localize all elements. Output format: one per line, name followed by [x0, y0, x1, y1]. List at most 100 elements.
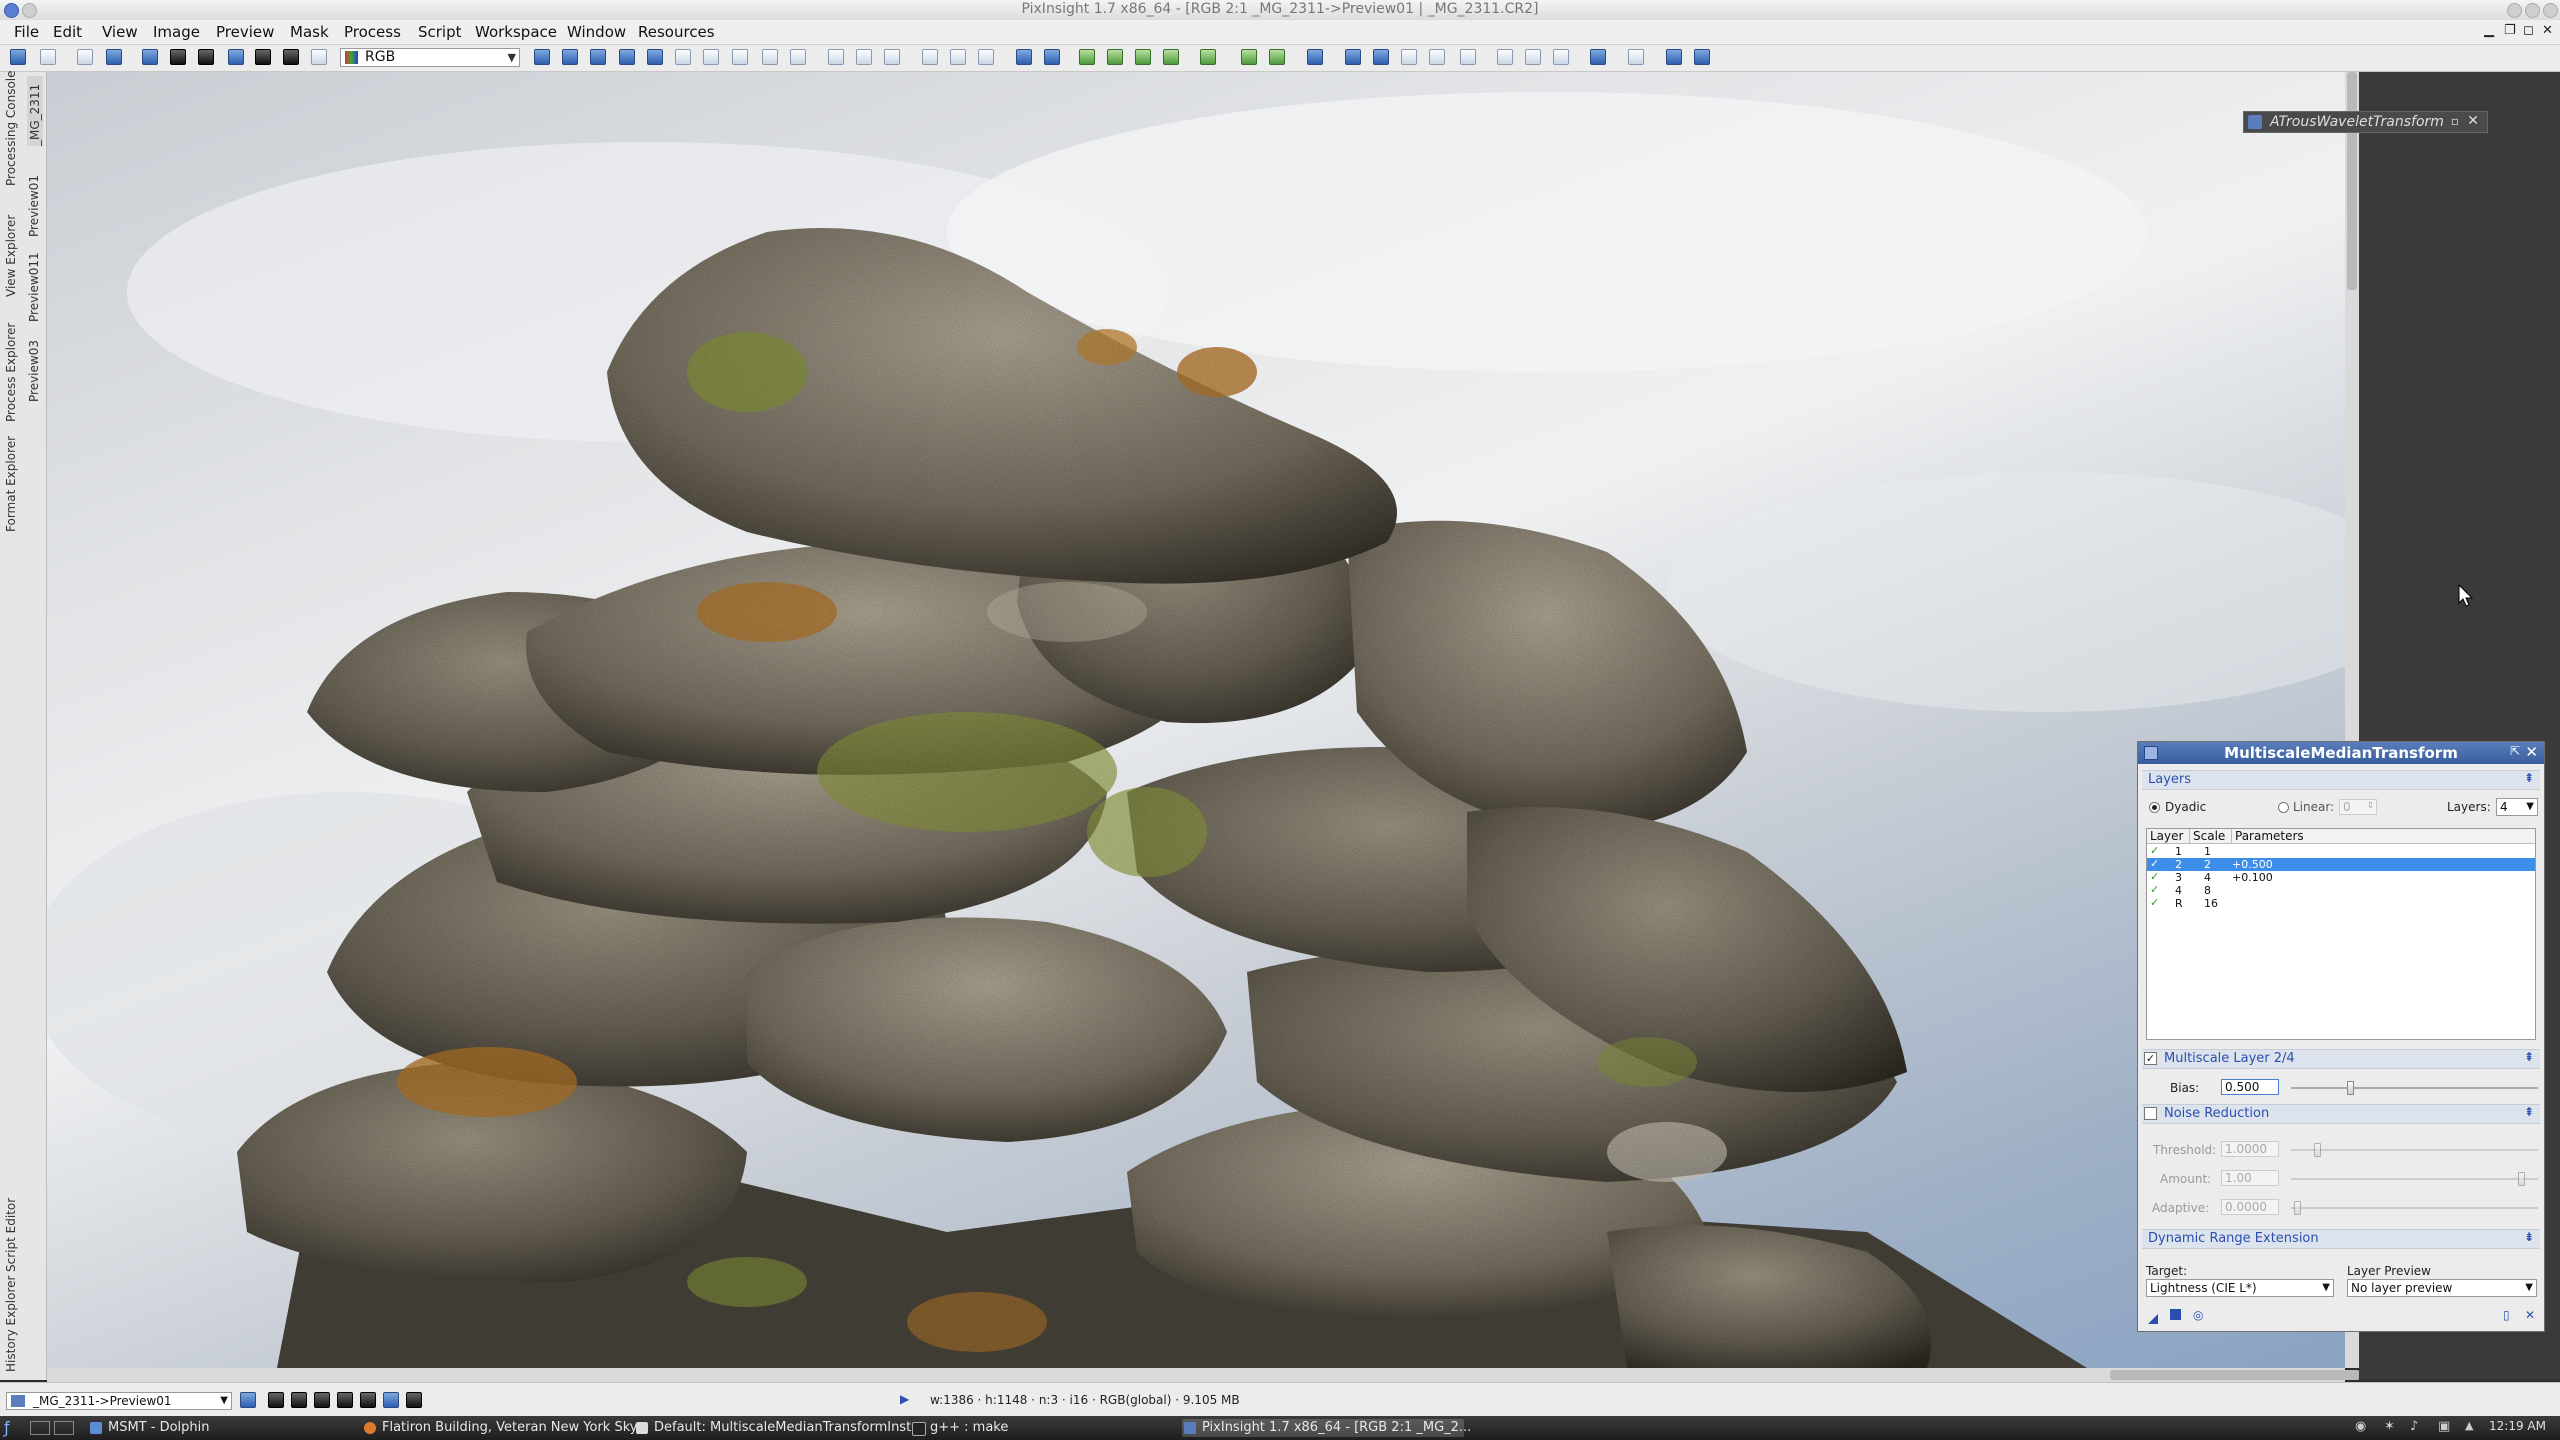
desktop-pager-2-icon[interactable]	[54, 1421, 74, 1435]
console-icon[interactable]	[1694, 49, 1710, 65]
fit-view-icon[interactable]	[647, 49, 663, 65]
check-icon[interactable]: ✓	[2150, 870, 2159, 883]
preview-3-icon[interactable]	[978, 49, 994, 65]
collapse-icon[interactable]: ⇞	[2524, 1050, 2534, 1064]
task-firefox[interactable]: Flatiron Building, Veteran New York Sky.…	[362, 1419, 648, 1437]
table-row[interactable]: ✓ 4 8	[2147, 883, 2535, 897]
zoom-tool-2-icon[interactable]	[856, 49, 872, 65]
noise-reduction-section[interactable]: Noise Reduction ⇞	[2142, 1104, 2540, 1124]
invert-mask-icon[interactable]	[228, 49, 244, 65]
check-icon[interactable]: ✓	[2150, 896, 2159, 909]
channel-icon[interactable]	[255, 49, 271, 65]
geometry-2-icon[interactable]	[1269, 49, 1285, 65]
menu-image[interactable]: Image	[153, 23, 200, 41]
horizontal-scrollbar[interactable]	[47, 1368, 2360, 1382]
close-icon[interactable]: ✕	[2525, 743, 2538, 761]
maximize-icon[interactable]	[2525, 3, 2540, 18]
amount-slider-handle[interactable]	[2518, 1172, 2525, 1186]
table-row[interactable]: ✓ 1 1	[2147, 844, 2535, 858]
documentation-icon[interactable]: ▯	[2503, 1308, 2510, 1322]
amount-field[interactable]: 1.00	[2221, 1170, 2279, 1186]
menu-window[interactable]: Window	[567, 23, 626, 41]
rotate-icon[interactable]	[1307, 49, 1323, 65]
desktop-pager-icon[interactable]	[30, 1421, 50, 1435]
layers-section[interactable]: Layers ⇞	[2142, 770, 2540, 790]
display-channel-7-icon[interactable]	[406, 1392, 422, 1408]
adaptive-slider[interactable]	[2291, 1207, 2538, 1209]
close-icon[interactable]: ✕	[2467, 113, 2479, 129]
new-image-icon[interactable]	[77, 49, 93, 65]
volume-icon[interactable]: ♪	[2410, 1419, 2418, 1434]
mask-icon[interactable]	[170, 49, 186, 65]
layer-preview-select[interactable]: No layer preview ▼	[2347, 1279, 2537, 1297]
real-time-preview-icon[interactable]: ◎	[2193, 1308, 2203, 1322]
menu-process[interactable]: Process	[344, 23, 401, 41]
display-channel-1-icon[interactable]	[268, 1392, 284, 1408]
preview-2-icon[interactable]	[950, 49, 966, 65]
kde-menu-icon[interactable]: ƒ	[4, 1418, 10, 1437]
menu-view[interactable]: View	[102, 23, 138, 41]
adaptive-slider-handle[interactable]	[2294, 1201, 2301, 1215]
view-select[interactable]: _MG_2311->Preview01 ▼	[6, 1392, 232, 1410]
table-row[interactable]: ✓ R 16	[2147, 896, 2535, 910]
tab-history-explorer[interactable]: History Explorer	[4, 1276, 18, 1372]
new-preview-icon[interactable]	[922, 49, 938, 65]
image-tab-mg2311[interactable]: _MG_2311	[27, 76, 43, 146]
column-header-layer[interactable]: Layer	[2147, 829, 2190, 844]
apply-3-icon[interactable]	[1135, 49, 1151, 65]
apply-global-icon[interactable]	[2170, 1309, 2181, 1320]
redo-icon[interactable]	[40, 49, 56, 65]
display-channel-2-icon[interactable]	[291, 1392, 307, 1408]
task-terminal[interactable]: g++ : make	[910, 1419, 1008, 1437]
crop-icon[interactable]	[1345, 49, 1361, 65]
image-tab-preview011[interactable]: Preview011	[27, 247, 41, 322]
amount-slider[interactable]	[2291, 1178, 2538, 1180]
channel-select[interactable]: RGB ▼	[340, 48, 520, 67]
tab-format-explorer[interactable]: Format Explorer	[4, 432, 18, 532]
display-channel-4-icon[interactable]	[337, 1392, 353, 1408]
image-icon[interactable]	[1460, 49, 1476, 65]
dyadic-radio[interactable]	[2149, 802, 2160, 813]
align-3-icon[interactable]	[1553, 49, 1569, 65]
show-mask-icon[interactable]	[198, 49, 214, 65]
menu-script[interactable]: Script	[418, 23, 462, 41]
scroll-thumb[interactable]	[2110, 1370, 2360, 1380]
pan-icon[interactable]	[534, 49, 550, 65]
dynamic-range-section[interactable]: Dynamic Range Extension ⇟	[2142, 1229, 2540, 1249]
threshold-slider-handle[interactable]	[2314, 1143, 2321, 1157]
layers-count-select[interactable]: 4 ▼	[2496, 798, 2538, 816]
clock[interactable]: 12:19 AM	[2489, 1419, 2546, 1433]
threshold-slider[interactable]	[2291, 1149, 2538, 1151]
column-header-scale[interactable]: Scale	[2190, 829, 2232, 844]
atrous-wavelet-window[interactable]: ATrousWaveletTransform ▫ ✕	[2243, 111, 2488, 133]
align-2-icon[interactable]	[1525, 49, 1541, 65]
mdi-restore-icon[interactable]: ❐	[2504, 23, 2516, 38]
zoom-in-icon[interactable]	[762, 49, 778, 65]
resample-icon[interactable]	[1373, 49, 1389, 65]
column-header-parameters[interactable]: Parameters	[2232, 829, 2535, 844]
align-icon[interactable]	[1497, 49, 1513, 65]
image-tab-preview01[interactable]: Preview01	[27, 167, 41, 237]
minimize-icon[interactable]	[2507, 3, 2522, 18]
check-icon[interactable]: ✓	[2150, 883, 2159, 896]
tab-view-explorer[interactable]: View Explorer	[4, 202, 18, 297]
bias-field[interactable]: 0.500	[2221, 1079, 2279, 1095]
display-channel-5-icon[interactable]	[360, 1392, 376, 1408]
pointer-icon[interactable]	[732, 49, 748, 65]
zoom-fit-icon[interactable]	[562, 49, 578, 65]
bluetooth-icon[interactable]: ✶	[2384, 1419, 2395, 1434]
display-channel-3-icon[interactable]	[314, 1392, 330, 1408]
zoom-window-icon[interactable]	[590, 49, 606, 65]
zoom-out-icon[interactable]	[790, 49, 806, 65]
shade-icon[interactable]: ▫	[2451, 114, 2459, 128]
stf-icon[interactable]	[283, 49, 299, 65]
shade-icon[interactable]: ⇱	[2510, 744, 2520, 758]
process-icon[interactable]	[1016, 49, 1032, 65]
tab-process-explorer[interactable]: Process Explorer	[4, 307, 18, 422]
noise-reduction-checkbox[interactable]	[2144, 1107, 2157, 1120]
table-row-selected[interactable]: ✓ 2 2 +0.500	[2147, 857, 2535, 871]
zoom-tool-icon[interactable]	[828, 49, 844, 65]
linear-radio[interactable]	[2278, 802, 2289, 813]
menu-file[interactable]: File	[14, 23, 39, 41]
multiscale-layer-checkbox[interactable]: ✓	[2144, 1052, 2157, 1065]
